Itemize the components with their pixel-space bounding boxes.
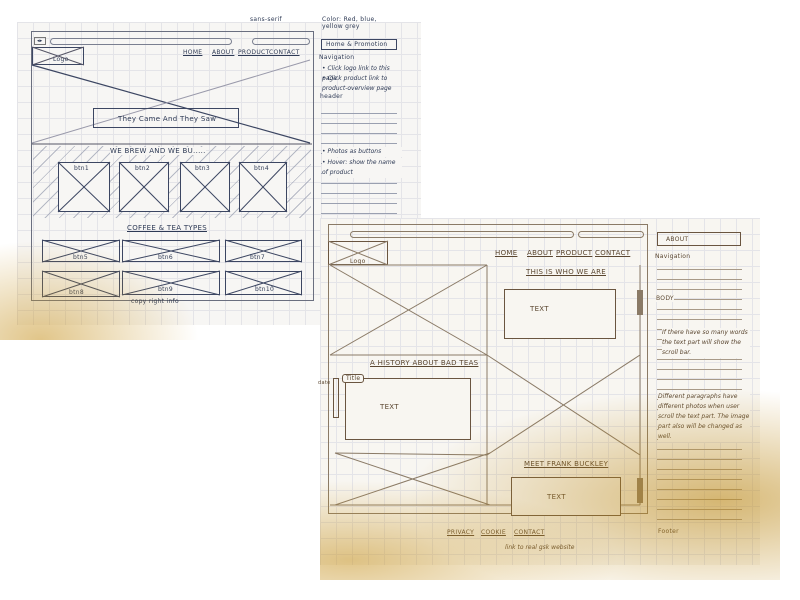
right-footer-privacy[interactable]: PRIVACY [447, 529, 474, 536]
right-section3-title: MEET FRANK BUCKLEY [524, 460, 609, 468]
right-date-scroller[interactable] [333, 378, 339, 418]
right-section1-title: THIS IS WHO WE ARE [526, 268, 606, 276]
right-footer-note: link to real gsk website [505, 544, 575, 551]
right-text-label-1: TEXT [530, 305, 549, 313]
left-annot-body-note-2: • Hover: show the name of product [322, 158, 402, 178]
right-page-title: ABOUT [666, 236, 689, 243]
right-annot-navigation: Navigation [655, 253, 691, 260]
left-annot-body-note-1: • Photos as buttons [322, 147, 402, 157]
right-annot-footer: Footer [658, 528, 679, 535]
right-text-box-3 [511, 477, 621, 516]
right-annot-note-1: If there have so many words the text par… [662, 328, 750, 358]
right-text-box-2 [345, 378, 471, 440]
right-title-tab: Title [342, 374, 365, 383]
right-text-box-1 [504, 289, 616, 339]
right-date-label: date [318, 380, 331, 386]
right-text-label-3: TEXT [547, 493, 566, 501]
right-annot-note-2: Different paragraphs have different phot… [658, 392, 750, 442]
right-footer-contact[interactable]: CONTACT [514, 529, 545, 536]
right-text-label-2: TEXT [380, 403, 399, 411]
right-footer-cookie[interactable]: COOKIE [481, 529, 506, 536]
right-annot-body: BODY [656, 295, 674, 302]
right-section2-title: A HISTORY ABOUT BAD TEAS [370, 359, 479, 367]
